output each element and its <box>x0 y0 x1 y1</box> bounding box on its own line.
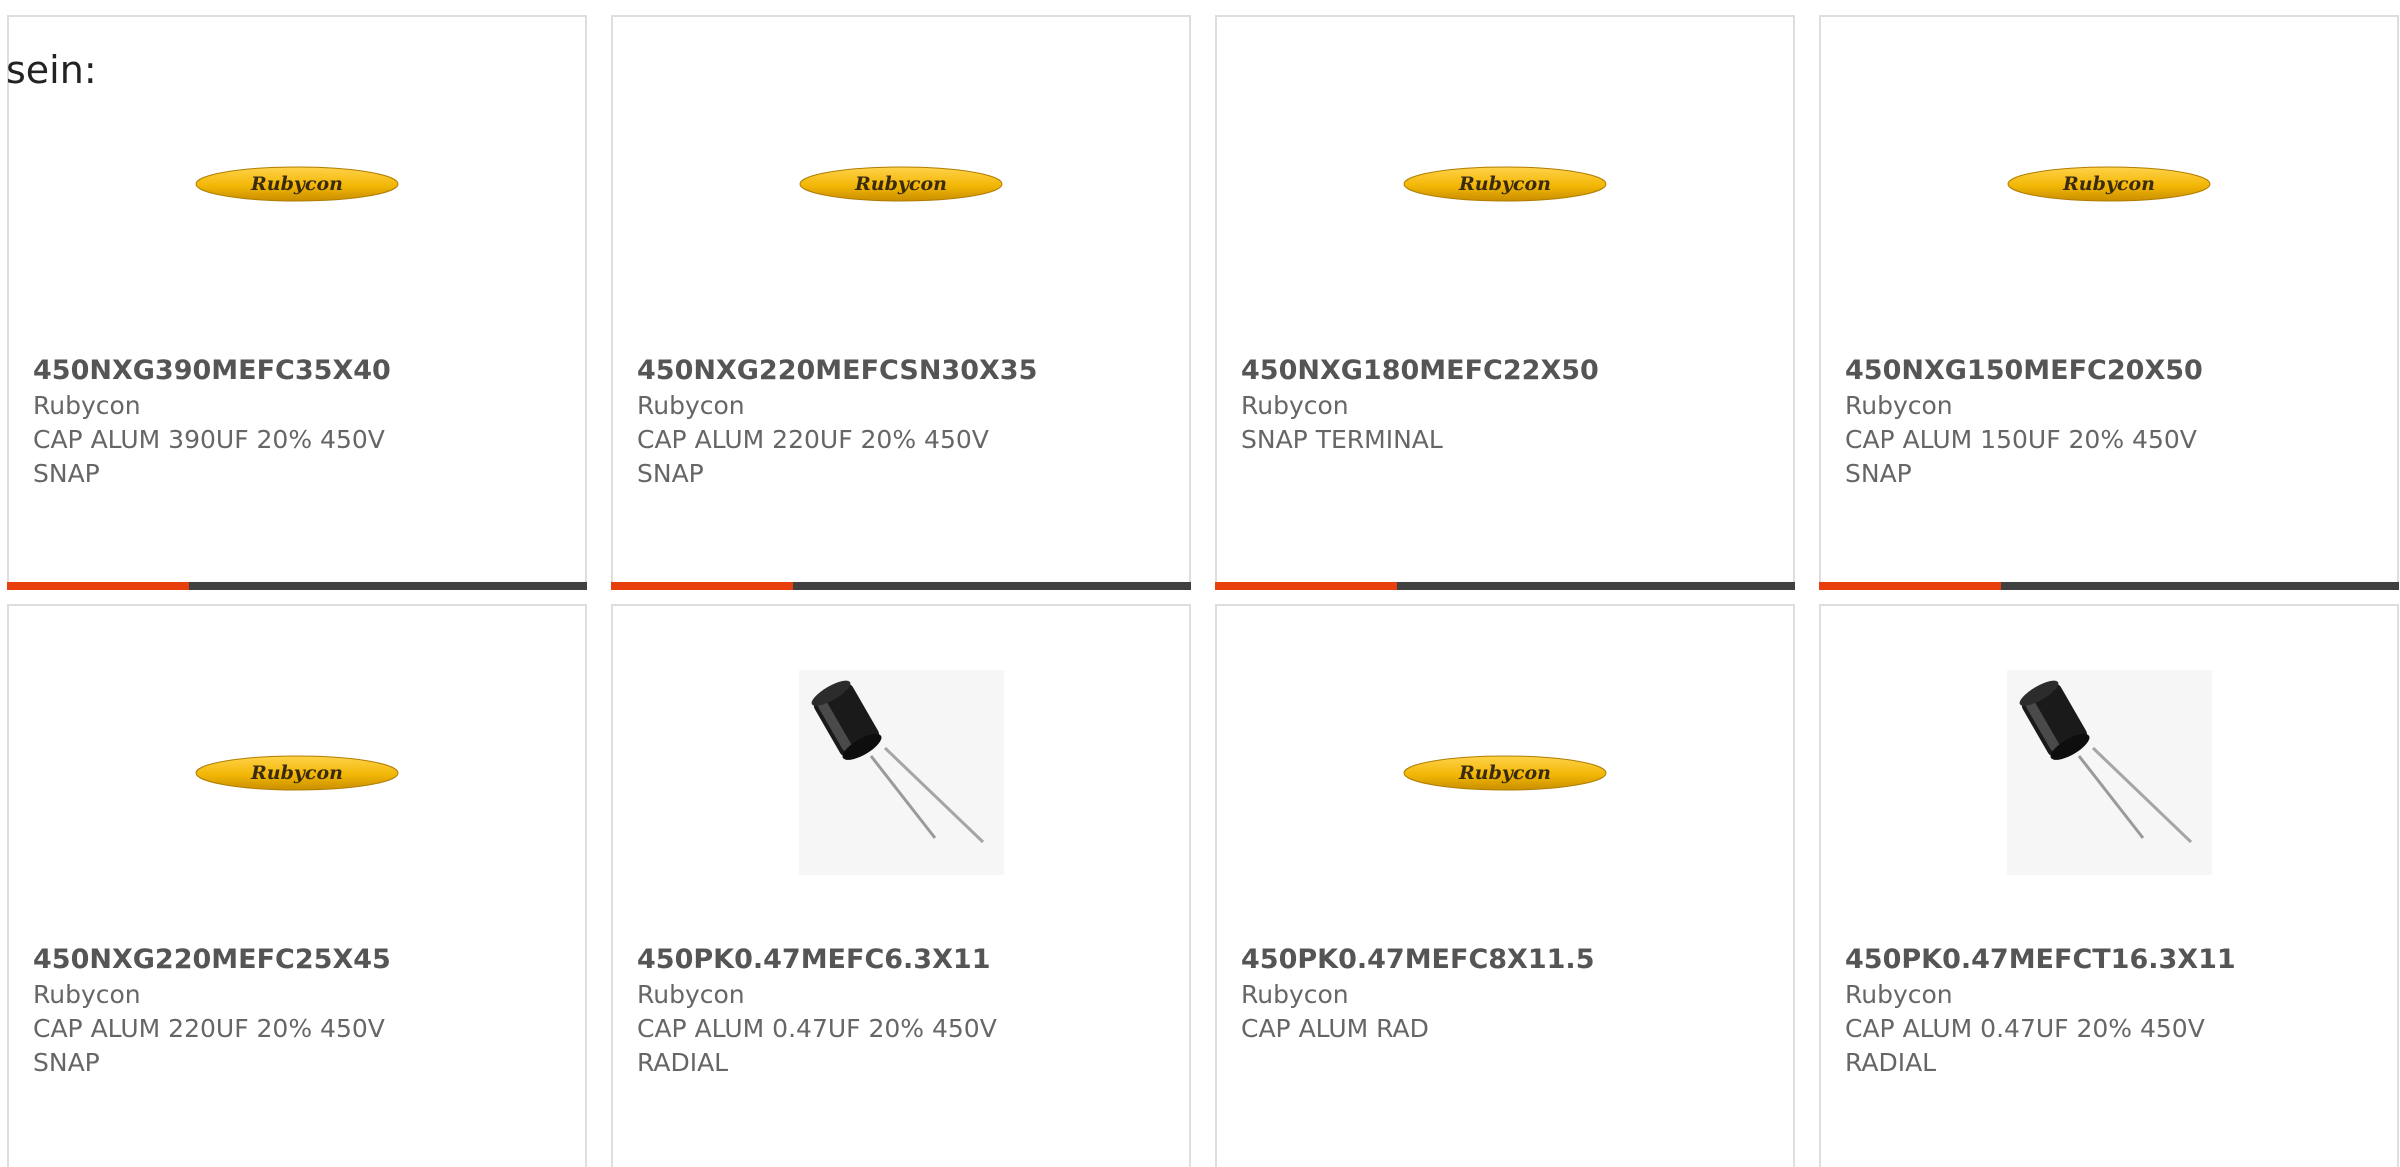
card-bottom-bar-accent <box>611 582 793 590</box>
svg-text:Rubycon: Rubycon <box>250 762 343 784</box>
product-image[interactable]: Rubycon <box>9 81 585 286</box>
product-image[interactable]: Rubycon <box>9 670 585 875</box>
product-description: CAP ALUM 390UF 20% 450V SNAP <box>33 425 385 488</box>
product-image[interactable]: Rubycon <box>1217 81 1793 286</box>
product-card[interactable]: Rubycon 450NXG220MEFC25X45 Rubycon CAP ALUM… <box>7 604 587 1167</box>
product-card[interactable]: Rubycon 450NXG150MEFC20X50 Rubycon CAP ALUM… <box>1819 15 2399 590</box>
product-image[interactable] <box>613 670 1189 875</box>
product-image[interactable] <box>1821 670 2397 875</box>
product-description: CAP ALUM 220UF 20% 450V SNAP <box>33 1014 385 1077</box>
svg-text:Rubycon: Rubycon <box>854 173 947 195</box>
rubycon-logo: Rubycon <box>195 755 399 790</box>
product-info: 450NXG220MEFC25X45 Rubycon CAP ALUM 220UF … <box>33 942 569 1080</box>
capacitor-photo <box>2006 670 2212 875</box>
product-info: 450NXG390MEFC35X40 Rubycon CAP ALUM 390UF … <box>33 353 569 491</box>
svg-text:Rubycon: Rubycon <box>1458 173 1551 195</box>
product-image[interactable]: Rubycon <box>1821 81 2397 286</box>
product-part-number[interactable]: 450NXG220MEFCSN30X35 <box>637 353 1173 389</box>
product-part-number[interactable]: 450NXG390MEFC35X40 <box>33 353 569 389</box>
product-manufacturer: Rubycon <box>33 391 141 420</box>
product-listing-page: sein: Rubycon 450NXG390MEFC35X40 Rubycon CA… <box>0 0 2400 1167</box>
product-description: CAP ALUM RAD <box>1241 1014 1429 1043</box>
product-description: SNAP TERMINAL <box>1241 425 1443 454</box>
product-part-number[interactable]: 450PK0.47MEFCT16.3X11 <box>1845 942 2381 978</box>
svg-text:Rubycon: Rubycon <box>250 173 343 195</box>
product-manufacturer: Rubycon <box>637 391 745 420</box>
product-info: 450NXG150MEFC20X50 Rubycon CAP ALUM 150UF … <box>1845 353 2381 491</box>
rubycon-logo: Rubycon <box>2007 166 2211 201</box>
rubycon-logo: Rubycon <box>195 166 399 201</box>
card-bottom-bar-accent <box>1819 582 2001 590</box>
card-bottom-bar-accent <box>1215 582 1397 590</box>
svg-text:Rubycon: Rubycon <box>2062 173 2155 195</box>
rubycon-logo: Rubycon <box>1403 166 1607 201</box>
product-manufacturer: Rubycon <box>637 980 745 1009</box>
product-manufacturer: Rubycon <box>1845 391 1953 420</box>
product-description: CAP ALUM 150UF 20% 450V SNAP <box>1845 425 2197 488</box>
product-card[interactable]: Rubycon 450NXG180MEFC22X50 Rubycon SNAP TER… <box>1215 15 1795 590</box>
product-part-number[interactable]: 450PK0.47MEFC8X11.5 <box>1241 942 1777 978</box>
product-part-number[interactable]: 450NXG180MEFC22X50 <box>1241 353 1777 389</box>
intro-text: sein: <box>6 48 97 92</box>
product-manufacturer: Rubycon <box>33 980 141 1009</box>
product-info: 450NXG180MEFC22X50 Rubycon SNAP TERMINAL <box>1241 353 1777 457</box>
product-part-number[interactable]: 450NXG150MEFC20X50 <box>1845 353 2381 389</box>
product-info: 450PK0.47MEFC8X11.5 Rubycon CAP ALUM RAD <box>1241 942 1777 1046</box>
product-grid: Rubycon 450NXG390MEFC35X40 Rubycon CAP ALUM… <box>7 15 2399 1167</box>
product-manufacturer: Rubycon <box>1241 391 1349 420</box>
product-card[interactable]: Rubycon 450NXG220MEFCSN30X35 Rubycon CAP AL… <box>611 15 1191 590</box>
product-info: 450NXG220MEFCSN30X35 Rubycon CAP ALUM 220U… <box>637 353 1173 491</box>
product-info: 450PK0.47MEFCT16.3X11 Rubycon CAP ALUM 0.4… <box>1845 942 2381 1080</box>
card-bottom-bar <box>1215 582 1795 590</box>
card-bottom-bar <box>1819 582 2399 590</box>
product-manufacturer: Rubycon <box>1845 980 1953 1009</box>
product-description: CAP ALUM 220UF 20% 450V SNAP <box>637 425 989 488</box>
product-part-number[interactable]: 450PK0.47MEFC6.3X11 <box>637 942 1173 978</box>
rubycon-logo: Rubycon <box>799 166 1003 201</box>
product-card[interactable]: 450PK0.47MEFC6.3X11 Rubycon CAP ALUM 0.47U… <box>611 604 1191 1167</box>
card-bottom-bar <box>611 582 1191 590</box>
svg-text:Rubycon: Rubycon <box>1458 762 1551 784</box>
product-manufacturer: Rubycon <box>1241 980 1349 1009</box>
card-bottom-bar <box>7 582 587 590</box>
product-image[interactable]: Rubycon <box>613 81 1189 286</box>
product-card[interactable]: 450PK0.47MEFCT16.3X11 Rubycon CAP ALUM 0.4… <box>1819 604 2399 1167</box>
capacitor-photo <box>798 670 1004 875</box>
product-image[interactable]: Rubycon <box>1217 670 1793 875</box>
product-description: CAP ALUM 0.47UF 20% 450V RADIAL <box>1845 1014 2205 1077</box>
product-info: 450PK0.47MEFC6.3X11 Rubycon CAP ALUM 0.47U… <box>637 942 1173 1080</box>
product-description: CAP ALUM 0.47UF 20% 450V RADIAL <box>637 1014 997 1077</box>
product-part-number[interactable]: 450NXG220MEFC25X45 <box>33 942 569 978</box>
product-card[interactable]: Rubycon 450NXG390MEFC35X40 Rubycon CAP ALUM… <box>7 15 587 590</box>
card-bottom-bar-accent <box>7 582 189 590</box>
rubycon-logo: Rubycon <box>1403 755 1607 790</box>
product-card[interactable]: Rubycon 450PK0.47MEFC8X11.5 Rubycon CAP ALU… <box>1215 604 1795 1167</box>
